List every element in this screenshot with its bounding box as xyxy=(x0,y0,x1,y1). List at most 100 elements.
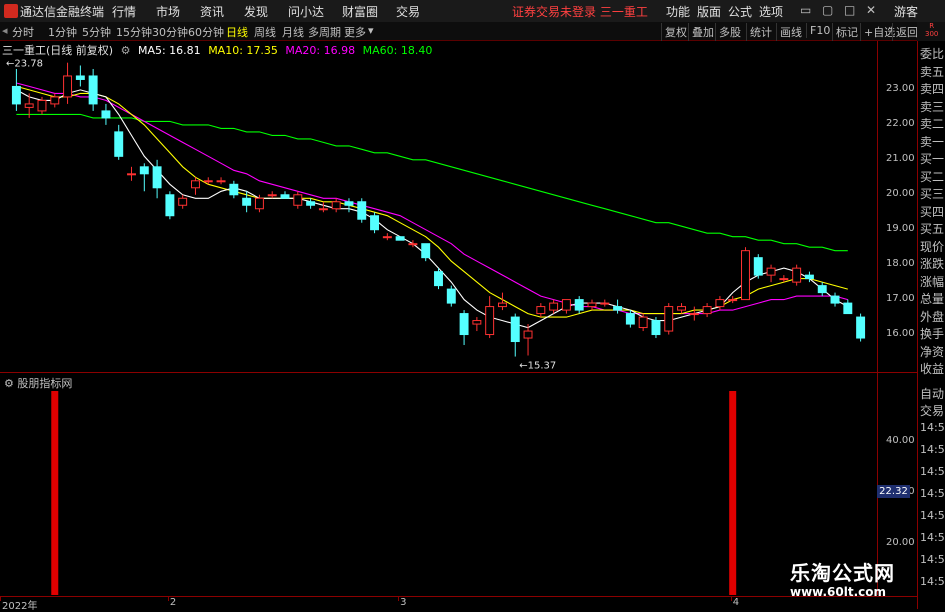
tab-30min[interactable]: 30分钟 xyxy=(152,24,188,40)
tool-f10[interactable]: F10 xyxy=(806,23,833,38)
candle[interactable] xyxy=(587,299,597,311)
candle[interactable] xyxy=(357,198,367,223)
candle[interactable] xyxy=(152,159,162,199)
menu-gongneng[interactable]: 功能 xyxy=(666,3,690,20)
candlestick-chart[interactable]: ←23.78 ←15.37 xyxy=(0,41,877,372)
candle[interactable] xyxy=(293,191,303,209)
guest-label[interactable]: 游客 xyxy=(894,3,918,20)
tab-multi-period[interactable]: 多周期 xyxy=(308,24,341,40)
minimize-icon[interactable]: ▭ xyxy=(800,3,811,17)
candle[interactable] xyxy=(229,180,239,199)
trade-login-notice[interactable]: 证券交易未登录 三一重工 xyxy=(512,3,648,20)
candle[interactable] xyxy=(766,264,776,283)
menu-hangqing[interactable]: 行情 xyxy=(112,3,136,20)
candle[interactable] xyxy=(536,303,546,318)
candle[interactable] xyxy=(63,62,73,104)
candle[interactable] xyxy=(741,247,750,301)
tool-huaxian[interactable]: 画线 xyxy=(776,23,805,41)
maximize-icon[interactable]: □ xyxy=(844,3,855,17)
tool-duogu[interactable]: 多股 xyxy=(715,23,744,41)
candle[interactable] xyxy=(638,313,648,332)
tab-daily[interactable]: 日线 xyxy=(226,24,248,40)
candle[interactable] xyxy=(165,191,175,220)
candle[interactable] xyxy=(88,68,98,111)
candle[interactable] xyxy=(191,177,200,195)
candle[interactable] xyxy=(715,296,725,311)
menu-xuanxiang[interactable]: 选项 xyxy=(759,3,783,20)
candle[interactable] xyxy=(344,198,354,213)
candle[interactable] xyxy=(651,317,661,339)
candle[interactable] xyxy=(370,212,380,234)
candle[interactable] xyxy=(472,317,482,332)
tab-more[interactable]: 更多 xyxy=(344,24,366,40)
tool-tongji[interactable]: 统计 xyxy=(746,23,775,41)
signal-bar[interactable] xyxy=(51,391,59,595)
candle[interactable] xyxy=(127,166,136,181)
candle[interactable] xyxy=(753,254,763,279)
settings-icon[interactable]: ⚙ xyxy=(121,44,131,57)
menu-jiaoyi[interactable]: 交易 xyxy=(396,3,420,20)
more-dropdown-icon[interactable]: ▾ xyxy=(368,24,374,37)
tab-monthly[interactable]: 月线 xyxy=(282,24,304,40)
candle[interactable] xyxy=(434,268,443,290)
candle[interactable] xyxy=(267,191,277,199)
candle[interactable] xyxy=(421,243,431,262)
candle[interactable] xyxy=(75,65,85,87)
candle[interactable] xyxy=(702,303,712,318)
restore-icon[interactable]: ▢ xyxy=(822,3,833,17)
tab-15min[interactable]: 15分钟 xyxy=(116,24,152,40)
candle[interactable] xyxy=(382,233,392,241)
candle[interactable] xyxy=(574,296,584,314)
menu-shichang[interactable]: 市场 xyxy=(156,3,180,20)
candle[interactable] xyxy=(459,310,469,346)
candle[interactable] xyxy=(139,163,149,192)
trade-label[interactable]: 自动 xyxy=(920,385,944,402)
candle[interactable] xyxy=(689,306,699,321)
candle[interactable] xyxy=(114,124,124,160)
candle[interactable] xyxy=(395,236,405,241)
menu-gongshi[interactable]: 公式 xyxy=(728,3,752,20)
tab-60min[interactable]: 60分钟 xyxy=(188,24,224,40)
indicator-chart[interactable] xyxy=(0,389,877,595)
tab-1min[interactable]: 1分钟 xyxy=(48,24,77,40)
trade-label[interactable]: 交易 xyxy=(920,402,944,419)
candle[interactable] xyxy=(843,299,853,315)
menu-faxian[interactable]: 发现 xyxy=(244,3,268,20)
pane-divider[interactable] xyxy=(0,372,917,373)
scroll-left-icon[interactable]: ◂ xyxy=(2,24,8,37)
candle[interactable] xyxy=(446,285,456,307)
candle[interactable] xyxy=(792,264,802,286)
candle[interactable] xyxy=(331,198,341,213)
candle[interactable] xyxy=(817,282,827,297)
candle[interactable] xyxy=(830,292,840,307)
candle[interactable] xyxy=(600,299,610,307)
candle[interactable] xyxy=(318,201,328,213)
tool-diejia[interactable]: 叠加 xyxy=(688,23,717,41)
candle[interactable] xyxy=(485,296,495,339)
menu-wenxiaoda[interactable]: 问小达 xyxy=(288,3,324,20)
tab-weekly[interactable]: 周线 xyxy=(254,24,276,40)
candle[interactable] xyxy=(280,191,290,199)
tool-biaoji[interactable]: 标记 xyxy=(832,23,861,41)
candle[interactable] xyxy=(178,194,188,209)
candle[interactable] xyxy=(101,103,111,125)
tool-fuquan[interactable]: 复权 xyxy=(661,23,690,41)
signal-bar[interactable] xyxy=(729,391,737,595)
menu-caifuquan[interactable]: 财富圈 xyxy=(342,3,378,20)
candle[interactable] xyxy=(677,303,686,314)
candle[interactable] xyxy=(510,313,520,357)
candle[interactable] xyxy=(561,299,571,314)
candle[interactable] xyxy=(856,313,866,342)
candle[interactable] xyxy=(664,303,674,335)
close-icon[interactable]: ✕ xyxy=(866,3,876,17)
candle[interactable] xyxy=(523,324,533,356)
candle[interactable] xyxy=(216,177,226,185)
candle[interactable] xyxy=(11,68,21,111)
tab-5min[interactable]: 5分钟 xyxy=(82,24,111,40)
menu-banmian[interactable]: 版面 xyxy=(697,3,721,20)
candle[interactable] xyxy=(613,299,623,314)
candle[interactable] xyxy=(728,296,738,304)
candle[interactable] xyxy=(50,93,60,108)
tab-fenshi[interactable]: 分时 xyxy=(12,24,34,40)
menu-zixun[interactable]: 资讯 xyxy=(200,3,224,20)
